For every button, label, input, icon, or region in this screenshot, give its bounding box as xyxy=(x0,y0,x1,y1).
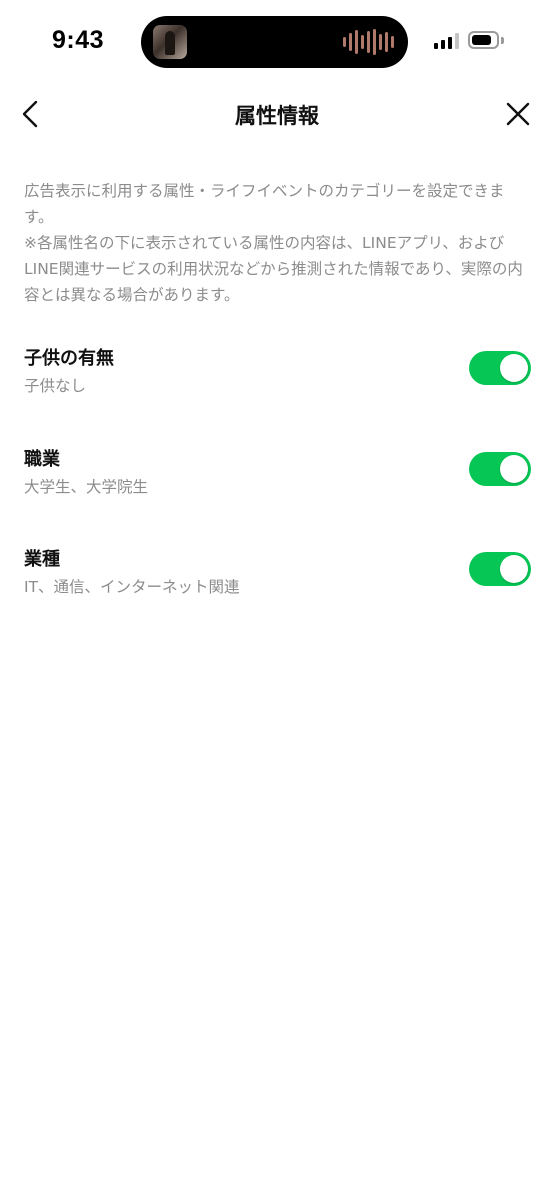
close-icon xyxy=(506,102,530,126)
page-title: 属性情報 xyxy=(235,104,319,128)
setting-row-occupation: 職業 大学生、大学院生 xyxy=(0,441,554,501)
setting-value: IT、通信、インターネット関連 xyxy=(24,578,240,596)
header: 属性情報 xyxy=(0,90,554,140)
setting-title: 職業 xyxy=(24,449,60,470)
status-time: 9:43 xyxy=(52,26,105,54)
setting-value: 大学生、大学院生 xyxy=(24,478,149,496)
status-bar: 9:43 xyxy=(0,0,554,84)
close-button[interactable] xyxy=(502,98,534,130)
toggle-knob xyxy=(500,555,528,583)
cellular-signal-icon xyxy=(434,33,459,49)
audio-waveform-icon xyxy=(343,29,394,55)
setting-row-industry: 業種 IT、通信、インターネット関連 xyxy=(0,541,554,601)
dynamic-island[interactable] xyxy=(141,16,408,68)
description: 広告表示に利用する属性・ライフイベントのカテゴリーを設定できます。 ※各属性名の… xyxy=(24,178,530,308)
setting-value: 子供なし xyxy=(24,377,87,395)
occupation-toggle[interactable] xyxy=(469,452,531,486)
battery-cap xyxy=(501,37,504,44)
toggle-knob xyxy=(500,354,528,382)
children-toggle[interactable] xyxy=(469,351,531,385)
setting-title: 子供の有無 xyxy=(24,348,114,369)
now-playing-artwork xyxy=(153,25,187,59)
industry-toggle[interactable] xyxy=(469,552,531,586)
battery-icon xyxy=(468,31,499,49)
toggle-knob xyxy=(500,455,528,483)
setting-title: 業種 xyxy=(24,549,60,570)
description-line-2: ※各属性名の下に表示されている属性の内容は、LINEアプリ、およびLINE関連サ… xyxy=(24,234,523,304)
setting-row-children: 子供の有無 子供なし xyxy=(0,340,554,400)
description-line-1: 広告表示に利用する属性・ライフイベントのカテゴリーを設定できます。 xyxy=(24,182,505,226)
